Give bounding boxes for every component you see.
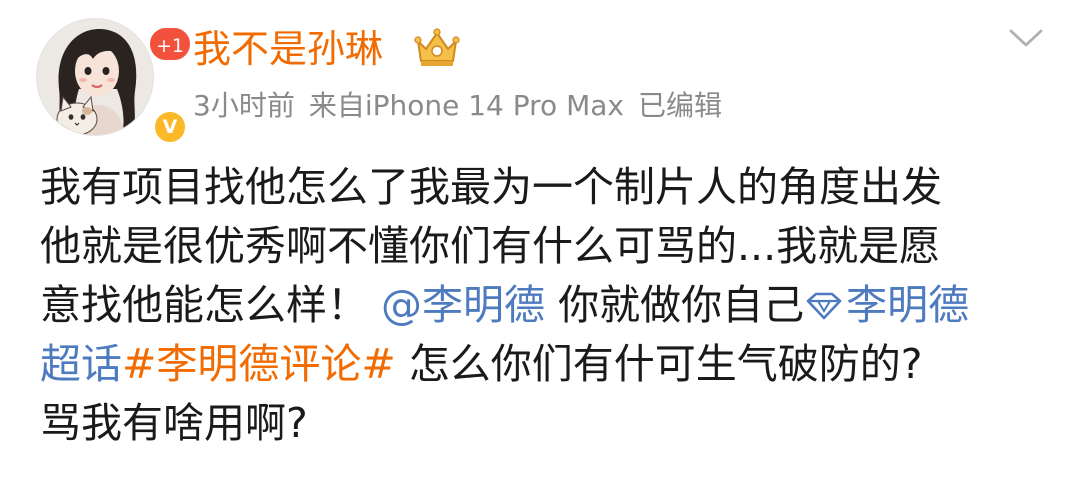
superchat-name[interactable]: 李明德 [846, 281, 969, 329]
topic-hashtag[interactable]: #李明德评论# [122, 340, 396, 388]
notification-badge: +1 [148, 26, 193, 62]
superchat-suffix[interactable]: 超话 [40, 340, 122, 388]
superchat-link[interactable]: 李明德 [804, 281, 969, 329]
content-line: 他就是很优秀啊不懂你们有什么可骂的...我就是愿 [40, 222, 941, 270]
content-line: 超话#李明德评论# 怎么你们有什可生气破防的? [40, 335, 1050, 394]
vip-crown-icon[interactable] [412, 27, 462, 71]
verified-badge: V [152, 109, 188, 145]
author-avatar-container[interactable]: +1 V [36, 18, 193, 145]
content-line: 我有项目找他怎么了我最为一个制片人的角度出发 [40, 163, 942, 211]
content-line: 骂我有啥用啊? [40, 399, 308, 447]
content-line: 意找他能怎么样！ @李明德 你就做你自己 李明德 [40, 276, 1050, 335]
post-edited-label[interactable]: 已编辑 [638, 89, 722, 122]
content-text: 你就做你自己 [558, 281, 805, 329]
author-name[interactable]: 我不是孙琳 [193, 24, 383, 74]
post-source: 来自iPhone 14 Pro Max [308, 89, 624, 122]
diamond-icon [806, 292, 842, 320]
post-time: 3小时前 [193, 89, 295, 122]
post-content: 我有项目找他怎么了我最为一个制片人的角度出发 他就是很优秀啊不懂你们有什么可骂的… [40, 158, 1050, 453]
content-text: 怎么你们有什可生气破防的? [408, 340, 923, 388]
avatar[interactable] [36, 18, 154, 136]
chevron-down-icon[interactable] [1006, 26, 1046, 50]
avatar-girl-with-cat-icon [37, 19, 153, 135]
post-meta: 3小时前 来自iPhone 14 Pro Max 已编辑 [193, 86, 722, 126]
mention-link[interactable]: @李明德 [381, 281, 545, 329]
content-text: 意找他能怎么样！ [40, 281, 368, 329]
